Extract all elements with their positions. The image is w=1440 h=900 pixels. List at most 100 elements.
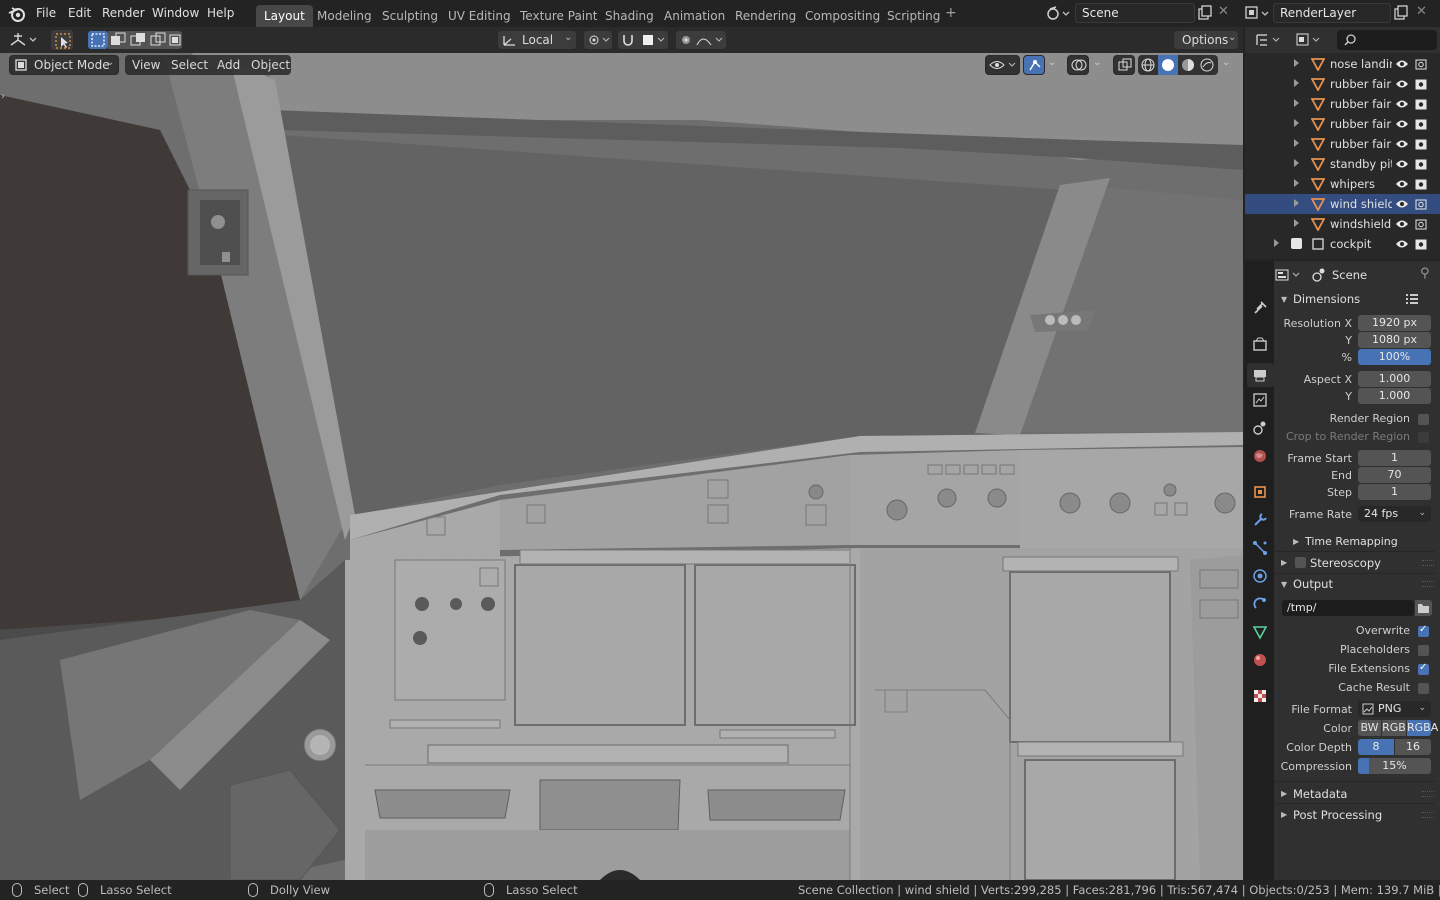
- menu-render[interactable]: Render: [102, 6, 145, 20]
- constraints-tab-icon[interactable]: [1251, 595, 1269, 613]
- color-rgb-button[interactable]: RGB: [1382, 720, 1406, 736]
- resolution-percent-field[interactable]: 100%: [1358, 349, 1431, 365]
- scene-tab-icon[interactable]: [1251, 419, 1269, 437]
- tweak-tool-button[interactable]: [50, 29, 74, 51]
- outliner-object-row[interactable]: wind shield: [1245, 194, 1440, 214]
- time-remapping-subpanel[interactable]: ▶ Time Remapping: [1287, 532, 1432, 552]
- render-camera-icon[interactable]: [1415, 118, 1427, 130]
- overwrite-checkbox[interactable]: [1418, 624, 1429, 637]
- gizmo-toggle[interactable]: [1023, 55, 1045, 75]
- frame-step-field[interactable]: 1: [1358, 484, 1431, 500]
- expand-arrow-icon[interactable]: [1294, 99, 1299, 107]
- view-layer-browse-icon[interactable]: [1244, 5, 1272, 21]
- visibility-eye-icon[interactable]: [1395, 198, 1409, 210]
- render-camera-icon[interactable]: [1415, 158, 1427, 170]
- browse-folder-button[interactable]: [1415, 600, 1432, 616]
- expand-arrow-icon[interactable]: [1294, 199, 1299, 207]
- color-bw-button[interactable]: BW: [1358, 720, 1381, 736]
- properties-editor-type-icon[interactable]: [1274, 267, 1304, 283]
- expand-arrow-icon[interactable]: [1294, 179, 1299, 187]
- scene-name-field[interactable]: Scene: [1075, 3, 1195, 23]
- visibility-eye-icon[interactable]: [1395, 98, 1409, 110]
- aspect-x-field[interactable]: 1.000: [1358, 371, 1431, 387]
- options-dropdown[interactable]: Options ⌄: [1173, 30, 1239, 50]
- resolution-y-field[interactable]: 1080 px: [1358, 332, 1431, 348]
- tab-animation[interactable]: Animation: [656, 5, 733, 27]
- drag-handle-icon[interactable]: [1422, 581, 1434, 587]
- 3d-viewport[interactable]: ›: [0, 27, 1243, 880]
- tab-shading[interactable]: Shading: [597, 5, 662, 27]
- output-tab[interactable]: [1247, 363, 1274, 387]
- world-tab-icon[interactable]: [1251, 447, 1269, 465]
- visibility-eye-icon[interactable]: [1395, 238, 1409, 250]
- solid-shading-button[interactable]: [1158, 55, 1178, 75]
- object-data-tab-icon[interactable]: [1251, 623, 1269, 641]
- render-camera-icon[interactable]: [1415, 218, 1427, 230]
- new-view-layer-icon[interactable]: [1393, 5, 1409, 21]
- menu-edit[interactable]: Edit: [68, 6, 91, 20]
- outliner-object-row[interactable]: rubber fairin: [1245, 134, 1440, 154]
- visibility-eye-icon[interactable]: [1395, 118, 1409, 130]
- stereoscopy-checkbox[interactable]: [1295, 557, 1306, 568]
- visibility-eye-icon[interactable]: [1395, 178, 1409, 190]
- outliner-search-input[interactable]: [1337, 30, 1437, 50]
- post-processing-panel-header[interactable]: ▶ Post Processing: [1275, 805, 1435, 825]
- outliner-editor-type-icon[interactable]: [1255, 32, 1285, 48]
- expand-arrow-icon[interactable]: [1294, 59, 1299, 67]
- outliner-object-row[interactable]: nose landing: [1245, 54, 1440, 74]
- mode-dropdown[interactable]: Object Mode ⌄: [9, 55, 119, 75]
- frame-rate-dropdown[interactable]: 24 fps ⌄: [1358, 506, 1431, 522]
- menu-file[interactable]: File: [36, 6, 56, 20]
- stereoscopy-panel-header[interactable]: ▶ Stereoscopy: [1275, 553, 1435, 573]
- file-format-dropdown[interactable]: PNG ⌄: [1358, 701, 1431, 717]
- gizmo-chevron-icon[interactable]: ⌄: [1048, 57, 1056, 68]
- view-layer-field[interactable]: RenderLayer: [1273, 3, 1391, 23]
- expand-arrow-icon[interactable]: [1294, 139, 1299, 147]
- editor-type-icon[interactable]: [8, 31, 40, 49]
- placeholders-checkbox[interactable]: [1418, 645, 1429, 656]
- render-camera-icon[interactable]: [1415, 98, 1427, 110]
- tab-uv-editing[interactable]: UV Editing: [440, 5, 519, 27]
- transform-orientation-dropdown[interactable]: Local ⌄: [497, 30, 577, 50]
- visibility-eye-icon[interactable]: [1395, 58, 1409, 70]
- wireframe-shading-icon[interactable]: [1141, 58, 1155, 72]
- texture-tab-icon[interactable]: [1251, 687, 1269, 705]
- xray-toggle[interactable]: [1113, 55, 1135, 75]
- aspect-y-field[interactable]: 1.000: [1358, 388, 1431, 404]
- menu-select[interactable]: Select: [171, 58, 208, 72]
- dimensions-panel-header[interactable]: ▼ Dimensions: [1275, 289, 1435, 309]
- delete-scene-icon[interactable]: ✕: [1218, 4, 1229, 19]
- frame-end-field[interactable]: 70: [1358, 467, 1431, 483]
- visibility-dropdown[interactable]: [985, 55, 1020, 75]
- render-region-checkbox[interactable]: [1418, 414, 1429, 425]
- visibility-eye-icon[interactable]: [1395, 138, 1409, 150]
- new-scene-icon[interactable]: [1197, 5, 1213, 21]
- pivot-point-dropdown[interactable]: [583, 30, 613, 50]
- visibility-eye-icon[interactable]: [1395, 158, 1409, 170]
- file-extensions-checkbox[interactable]: [1418, 662, 1429, 675]
- render-camera-icon[interactable]: [1415, 78, 1427, 90]
- overlay-toggle[interactable]: [1067, 55, 1089, 75]
- cache-result-checkbox[interactable]: [1418, 683, 1429, 694]
- expand-arrow-icon[interactable]: [1294, 219, 1299, 227]
- render-camera-icon[interactable]: [1415, 198, 1427, 210]
- menu-help[interactable]: Help: [207, 6, 234, 20]
- expand-arrow-icon[interactable]: [1294, 159, 1299, 167]
- shading-chevron-icon[interactable]: ⌄: [1222, 57, 1230, 68]
- material-tab-icon[interactable]: [1251, 651, 1269, 669]
- menu-add[interactable]: Add: [217, 58, 240, 72]
- outliner-object-row[interactable]: rubber fairin: [1245, 114, 1440, 134]
- pin-icon[interactable]: ⚲: [1420, 266, 1430, 281]
- modifier-tab-icon[interactable]: [1251, 511, 1269, 529]
- tab-layout[interactable]: Layout: [256, 5, 313, 27]
- expand-arrow-icon[interactable]: [1274, 239, 1279, 247]
- crop-region-checkbox[interactable]: [1418, 432, 1429, 443]
- visibility-eye-icon[interactable]: [1395, 218, 1409, 230]
- object-tab-icon[interactable]: [1251, 483, 1269, 501]
- menu-window[interactable]: Window: [152, 6, 199, 20]
- tab-sculpting[interactable]: Sculpting: [374, 5, 446, 27]
- render-camera-icon[interactable]: [1415, 178, 1427, 190]
- outliner-object-row[interactable]: windshield c: [1245, 214, 1440, 234]
- particles-tab-icon[interactable]: [1251, 539, 1269, 557]
- visibility-eye-icon[interactable]: [1395, 78, 1409, 90]
